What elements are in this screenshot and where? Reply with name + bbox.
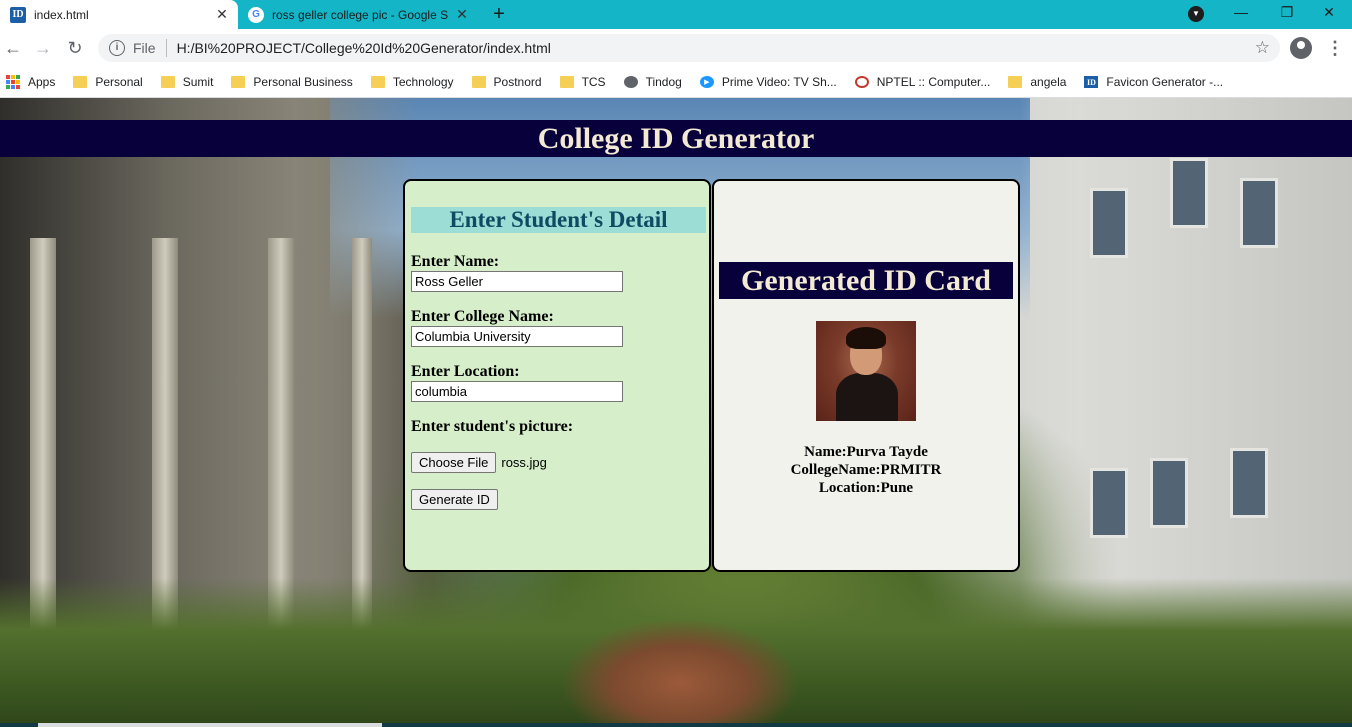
location-label: Enter Location: xyxy=(411,363,520,380)
bookmark-label: Sumit xyxy=(182,75,214,89)
tab-index-html[interactable]: ID index.html ✕ xyxy=(0,0,238,29)
folder-icon xyxy=(73,76,88,88)
tab-title: ross geller college pic - Google S xyxy=(272,7,449,22)
student-photo xyxy=(816,321,916,421)
bookmark-label: Postnord xyxy=(493,75,542,89)
card-heading: Generated ID Card xyxy=(719,262,1013,299)
bookmarks-bar: Apps Personal Sumit Personal Business Te… xyxy=(0,67,1352,98)
card-name-line: Name:Purva Tayde xyxy=(804,444,928,460)
close-tab-icon[interactable]: ✕ xyxy=(452,6,472,23)
selected-file-name: ross.jpg xyxy=(501,455,547,470)
back-arrow-icon[interactable]: ← xyxy=(2,37,24,59)
photo-hair xyxy=(846,327,886,349)
bookmark-sumit[interactable]: Sumit xyxy=(160,75,226,89)
page-title: College ID Generator xyxy=(0,120,1352,157)
folder-icon xyxy=(559,76,574,88)
google-favicon-icon: G xyxy=(248,6,264,23)
folder-icon xyxy=(471,76,486,88)
card-college-line: CollegeName:PRMITR xyxy=(790,462,942,478)
kebab-menu-icon[interactable]: ⋮ xyxy=(1326,37,1344,59)
folder-icon xyxy=(1008,76,1023,88)
folder-icon xyxy=(231,76,246,88)
location-input[interactable] xyxy=(411,381,623,402)
reload-icon[interactable]: ↻ xyxy=(64,37,86,59)
bookmark-label: Personal xyxy=(95,75,143,89)
bookmark-angela[interactable]: angela xyxy=(1008,75,1078,89)
bookmark-technology[interactable]: Technology xyxy=(370,75,466,89)
college-label: Enter College Name: xyxy=(411,308,554,325)
browser-toolbar: ← → ↻ i File H:/BI%20PROJECT/College%20I… xyxy=(0,29,1352,67)
url-text[interactable]: H:/BI%20PROJECT/College%20Id%20Generator… xyxy=(177,40,1255,56)
bookmark-label: Technology xyxy=(392,75,454,89)
bookmark-label: Favicon Generator -... xyxy=(1106,75,1224,89)
bookmark-postnord[interactable]: Postnord xyxy=(471,75,554,89)
tab-title: index.html xyxy=(34,7,89,22)
nptel-icon xyxy=(854,76,869,88)
omnibox-divider xyxy=(165,39,167,57)
apps-grid-icon xyxy=(6,75,20,89)
info-icon[interactable]: i xyxy=(109,40,125,56)
globe-icon xyxy=(623,76,638,88)
new-tab-button[interactable]: + xyxy=(488,3,510,25)
tab-strip: ID index.html ✕ G ross geller college pi… xyxy=(0,0,1352,29)
college-input[interactable] xyxy=(411,326,623,347)
file-picker: Choose File ross.jpg xyxy=(411,452,547,473)
tab-google-search[interactable]: G ross geller college pic - Google S ✕ xyxy=(238,0,478,29)
generate-id-button[interactable]: Generate ID xyxy=(411,489,498,510)
bookmark-label: Prime Video: TV Sh... xyxy=(721,75,837,89)
bookmark-label: angela xyxy=(1030,75,1067,89)
tab-search-icon[interactable]: ▼ xyxy=(1188,6,1204,22)
id-favicon-icon: ID xyxy=(10,6,26,23)
account-avatar-icon[interactable] xyxy=(1290,37,1312,59)
bookmark-favicon-generator[interactable]: ID Favicon Generator -... xyxy=(1084,75,1235,89)
photo-body xyxy=(836,373,898,421)
bookmark-label: Tindog xyxy=(645,75,682,89)
bookmark-label: Personal Business xyxy=(253,75,353,89)
bottom-scroll-strip xyxy=(0,723,1352,727)
name-input[interactable] xyxy=(411,271,623,292)
forward-arrow-icon[interactable]: → xyxy=(32,37,54,59)
close-window-button[interactable]: ✕ xyxy=(1306,0,1352,26)
folder-icon xyxy=(370,76,385,88)
restore-button[interactable]: ❐ xyxy=(1264,0,1310,26)
picture-label: Enter student's picture: xyxy=(411,418,574,435)
close-tab-icon[interactable]: ✕ xyxy=(212,6,232,23)
id-card-panel: Generated ID Card Name:Purva Tayde Colle… xyxy=(712,179,1020,572)
minimize-button[interactable]: — xyxy=(1218,0,1264,26)
card-info: Name:Purva Tayde CollegeName:PRMITR Loca… xyxy=(714,443,1018,497)
choose-file-button[interactable]: Choose File xyxy=(411,452,497,473)
bookmark-personal[interactable]: Personal xyxy=(73,75,154,89)
bookmark-nptel[interactable]: NPTEL :: Computer... xyxy=(854,75,1003,89)
url-scheme: File xyxy=(133,40,156,56)
student-details-form: Enter Student's Detail Enter Name: Enter… xyxy=(403,179,711,572)
bookmark-label: NPTEL :: Computer... xyxy=(876,75,991,89)
bookmark-label: TCS xyxy=(581,75,606,89)
bookmark-personal-business[interactable]: Personal Business xyxy=(231,75,364,89)
form-heading: Enter Student's Detail xyxy=(411,207,706,233)
background-path xyxy=(560,618,800,727)
id-favicon-icon: ID xyxy=(1084,76,1099,88)
prime-video-icon: ▶ xyxy=(699,76,714,88)
bookmark-apps[interactable]: Apps xyxy=(6,75,67,89)
bookmark-star-icon[interactable]: ☆ xyxy=(1255,38,1270,58)
page-viewport: College ID Generator Enter Student's Det… xyxy=(0,98,1352,727)
address-bar[interactable]: i File H:/BI%20PROJECT/College%20Id%20Ge… xyxy=(98,34,1280,62)
bookmark-prime-video[interactable]: ▶ Prime Video: TV Sh... xyxy=(699,75,849,89)
folder-icon xyxy=(160,76,175,88)
card-location-line: Location:Pune xyxy=(818,480,914,496)
bookmark-label: Apps xyxy=(28,75,56,89)
bookmark-tindog[interactable]: Tindog xyxy=(623,75,694,89)
bookmark-tcs[interactable]: TCS xyxy=(559,75,618,89)
name-label: Enter Name: xyxy=(411,253,500,270)
